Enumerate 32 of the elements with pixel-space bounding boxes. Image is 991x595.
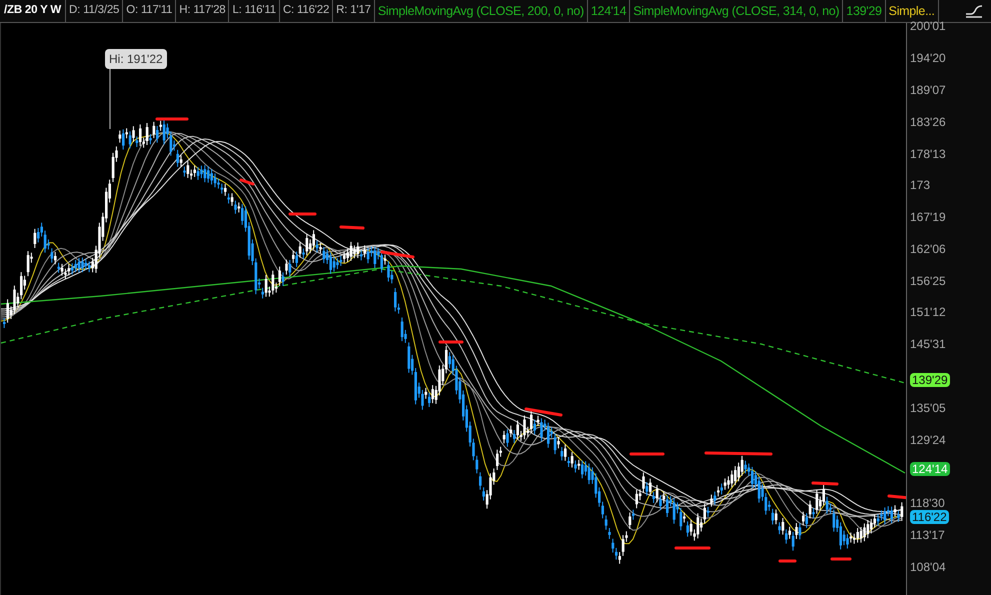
study-legend[interactable]: 124'14 (588, 0, 630, 22)
price-marker: 139'29 (910, 373, 950, 387)
axis-tick-label: 145'31 (910, 337, 946, 351)
axis-tick-label: 108'04 (910, 560, 946, 574)
quote-field: R: 1'17 (333, 0, 375, 22)
axis-tick-label: 189'07 (910, 83, 946, 97)
quote-field: D: 11/3/25 (66, 0, 124, 22)
axis-tick-label: 151'12 (910, 305, 946, 319)
price-marker: 124'14 (910, 462, 950, 476)
axis-tick-label: 200'01 (910, 19, 946, 33)
axis-tick-label: 178'13 (910, 147, 946, 161)
axis-tick-label: 167'19 (910, 210, 946, 224)
axis-tick-label: 156'25 (910, 274, 946, 288)
high-price-callout: Hi: 191'22 (105, 49, 167, 69)
study-legend[interactable]: SimpleMovingAvg (CLOSE, 314, 0, no) (630, 0, 844, 22)
quote-field: L: 116'11 (229, 0, 280, 22)
study-legend[interactable]: SimpleMovingAvg (CLOSE, 200, 0, no) (374, 0, 588, 22)
axis-tick-label: 173 (910, 178, 930, 192)
axis-tick-label: 129'24 (910, 433, 946, 447)
axis-tick-label: 135'05 (910, 401, 946, 415)
axis-tick-label: 118'30 (910, 496, 945, 510)
quote-field: C: 116'22 (280, 0, 334, 22)
axis-tick-label: 194'20 (910, 51, 946, 65)
axis-tick-label: 113'17 (910, 528, 945, 542)
study-legend[interactable]: 139'29 (843, 0, 886, 22)
axis-tick-label: 162'06 (910, 242, 946, 256)
quote-field: O: 117'11 (123, 0, 176, 22)
symbol-label: /ZB 20 Y W (0, 0, 66, 22)
quote-field: H: 117'28 (176, 0, 230, 22)
price-marker: 116'22 (910, 510, 949, 524)
study-legend[interactable]: Simple... (886, 0, 939, 22)
axis-tick-label: 183'26 (910, 115, 946, 129)
